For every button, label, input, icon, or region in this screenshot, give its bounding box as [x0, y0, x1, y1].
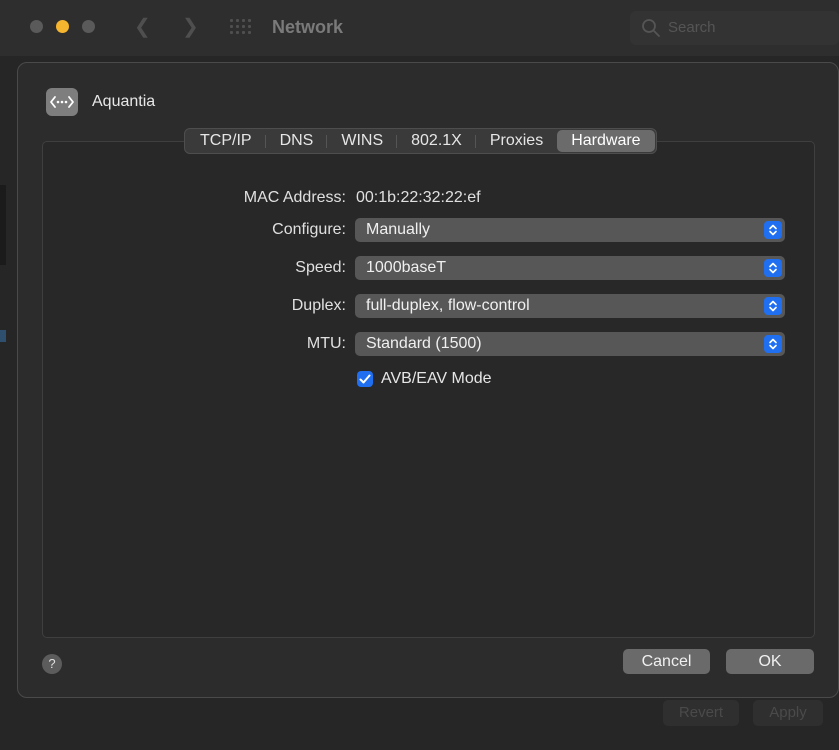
interface-name: Aquantia [92, 93, 156, 110]
mac-address-label: MAC Address: [243, 189, 346, 206]
tab-dns[interactable]: DNS [266, 130, 328, 152]
mtu-value: Standard (1500) [366, 335, 482, 352]
ethernet-icon [46, 88, 78, 116]
search-icon [642, 19, 660, 37]
search-field[interactable]: Search [630, 11, 839, 45]
tab-8021x[interactable]: 802.1X [397, 130, 476, 152]
configure-label: Configure: [272, 221, 346, 238]
duplex-value: full-duplex, flow-control [366, 297, 530, 314]
tab-wins[interactable]: WINS [327, 130, 397, 152]
help-button[interactable]: ? [42, 654, 62, 674]
tab-bar: TCP/IP DNS WINS 802.1X Proxies Hardware [184, 128, 657, 154]
hardware-settings-sheet: Aquantia TCP/IP DNS WINS 802.1X Proxies … [17, 62, 839, 698]
mac-address-value: 00:1b:22:32:22:ef [356, 189, 481, 206]
updown-chevron-icon [764, 259, 782, 277]
speed-popup[interactable]: 1000baseT [355, 256, 785, 280]
tab-proxies[interactable]: Proxies [476, 130, 557, 152]
close-window-button[interactable] [30, 20, 43, 33]
speed-label: Speed: [295, 259, 346, 276]
configure-value: Manually [366, 221, 431, 238]
minimize-window-button[interactable] [56, 20, 69, 33]
window-title: Network [272, 17, 344, 37]
search-placeholder: Search [668, 19, 716, 36]
back-arrow-icon[interactable]: ❮ [134, 14, 151, 39]
updown-chevron-icon [764, 297, 782, 315]
zoom-window-button[interactable] [82, 20, 95, 33]
background-selected-row-edge [0, 330, 6, 342]
mtu-label: MTU: [306, 335, 346, 352]
show-all-grid-icon[interactable] [230, 19, 251, 35]
tab-tcpip[interactable]: TCP/IP [186, 130, 266, 152]
cancel-button[interactable]: Cancel [623, 649, 710, 674]
updown-chevron-icon [764, 335, 782, 353]
avb-eav-label[interactable]: AVB/EAV Mode [381, 370, 492, 388]
avb-eav-checkbox[interactable] [357, 371, 373, 387]
mtu-popup[interactable]: Standard (1500) [355, 332, 785, 356]
tab-hardware[interactable]: Hardware [557, 130, 655, 152]
checkmark-icon [359, 374, 371, 384]
speed-value: 1000baseT [366, 259, 447, 276]
revert-button: Revert [663, 700, 739, 726]
configure-popup[interactable]: Manually [355, 218, 785, 242]
background-sidebar-edge [0, 185, 6, 265]
title-bar: ❮ ❯ Network Search [0, 0, 839, 56]
ok-button[interactable]: OK [726, 649, 814, 674]
duplex-label: Duplex: [291, 297, 346, 314]
forward-arrow-icon[interactable]: ❯ [182, 14, 199, 39]
duplex-popup[interactable]: full-duplex, flow-control [355, 294, 785, 318]
apply-button: Apply [753, 700, 823, 726]
updown-chevron-icon [764, 221, 782, 239]
tab-content-pane [42, 141, 815, 638]
